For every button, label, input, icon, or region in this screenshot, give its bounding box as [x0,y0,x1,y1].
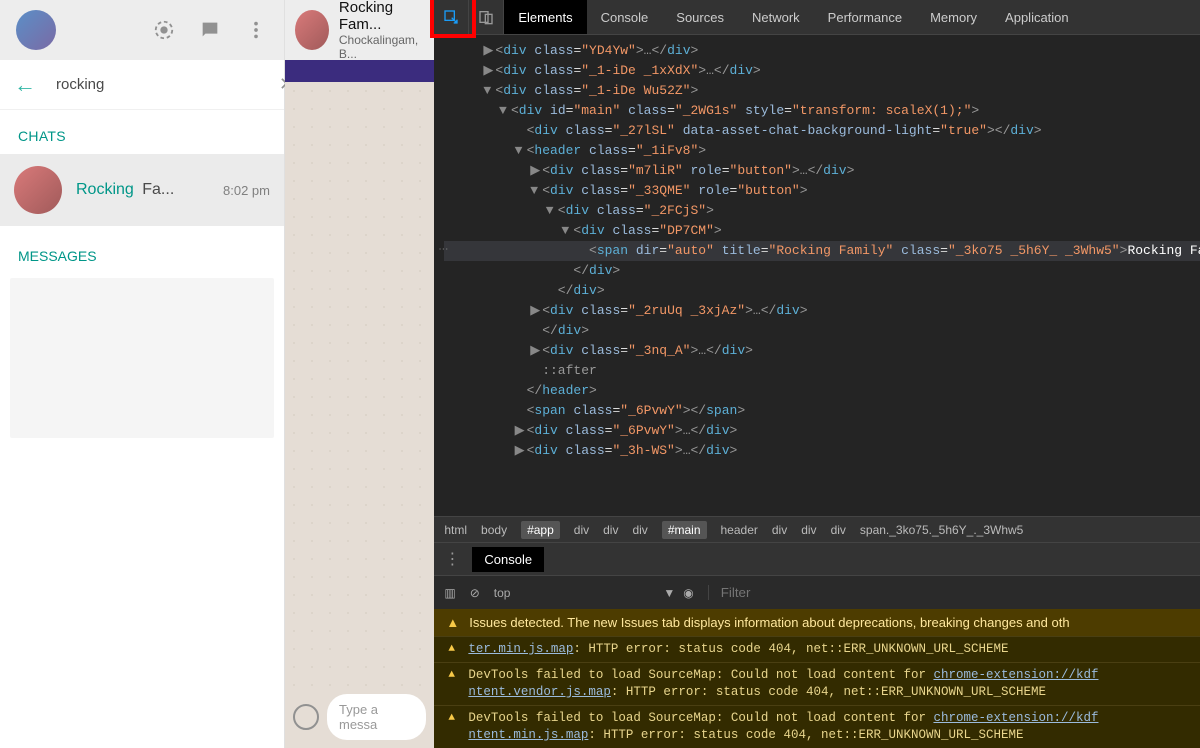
dom-line[interactable]: ▼<div class="_33QME" role="button"> [444,181,1200,201]
console-filter-input[interactable] [708,585,1200,600]
chat-strip [285,60,434,82]
search-input[interactable] [56,76,255,93]
breadcrumb-item[interactable]: body [481,523,507,537]
dom-line[interactable]: ▼<div class="_1-iDe Wu52Z"> [444,81,1200,101]
chats-section-label: CHATS [0,110,284,154]
breadcrumb-item[interactable]: #main [662,521,707,539]
dom-line[interactable]: </header> [444,381,1200,401]
dom-line[interactable]: ▼<div class="_2FCjS"> [444,201,1200,221]
console-drawer-bar: ⋮ Console [434,542,1200,575]
breadcrumb-item[interactable]: #app [521,521,560,539]
menu-icon[interactable] [244,18,268,42]
dom-line[interactable]: ▶<div class="_3h-WS">…</div> [444,441,1200,461]
breadcrumbs[interactable]: htmlbody#appdivdivdiv#mainheaderdivdivdi… [434,516,1200,542]
device-toolbar-button[interactable] [469,0,504,34]
dom-line[interactable]: ▼<div id="main" class="_2WG1s" style="tr… [444,101,1200,121]
dom-line[interactable]: </div> [444,281,1200,301]
chat-list-item[interactable]: Rocking Fa... 8:02 pm [0,154,284,226]
show-sidebar-icon[interactable]: ▥ [444,586,455,600]
dom-line[interactable]: ▼<div class="DP7CM"> [444,221,1200,241]
devtools-tab-console[interactable]: Console [587,0,663,34]
chat-avatar [14,166,62,214]
breadcrumb-item[interactable]: div [603,523,618,537]
issues-text: Issues detected. The new Issues tab disp… [469,615,1069,630]
breadcrumb-item[interactable]: div [772,523,787,537]
live-expression-icon[interactable]: ◉ [683,586,693,600]
whatsapp-sidebar: ← ✕ CHATS Rocking Fa... 8:02 pm MESSAGES [0,0,285,748]
warning-icon: ▲ [446,615,459,630]
breadcrumb-item[interactable]: div [632,523,647,537]
dom-line[interactable]: ▼<header class="_1iFv8"> [444,141,1200,161]
dom-line[interactable]: ▶<div class="_2ruUq _3xjAz">…</div> [444,301,1200,321]
dom-line[interactable]: ▶<div class="m7liR" role="button">…</div… [444,161,1200,181]
context-selector[interactable]: top [494,586,511,600]
breadcrumb-item[interactable]: span._3ko75._5h6Y_._3Whw5 [860,523,1023,537]
inspect-element-button[interactable] [434,0,469,34]
devtools-tab-network[interactable]: Network [738,0,814,34]
dom-line[interactable]: <span dir="auto" title="Rocking Family" … [444,241,1200,261]
dom-line[interactable]: ▶<div class="YD4Yw">…</div> [444,41,1200,61]
chat-header-title: Rocking Fam... [339,0,424,33]
chat-input-row: Type a messa [285,686,434,748]
devtools-tabs: ElementsConsoleSourcesNetworkPerformance… [434,0,1200,35]
back-arrow-icon[interactable]: ← [14,72,36,98]
new-chat-icon[interactable] [198,18,222,42]
breadcrumb-item[interactable]: div [831,523,846,537]
console-message[interactable]: ter.min.js.map: HTTP error: status code … [434,636,1200,662]
dom-line[interactable]: </div> [444,321,1200,341]
drawer-menu-icon[interactable]: ⋮ [444,549,460,569]
dom-line[interactable]: </div> [444,261,1200,281]
emoji-icon[interactable] [293,704,319,730]
dom-line[interactable]: ▶<div class="_6PvwY">…</div> [444,421,1200,441]
devtools-tab-application[interactable]: Application [991,0,1083,34]
dom-line[interactable]: ::after [444,361,1200,381]
message-placeholder [10,278,274,438]
dom-line[interactable]: ▶<div class="_3nq_A">…</div> [444,341,1200,361]
messages-section-label: MESSAGES [0,226,284,278]
search-row: ← ✕ [0,60,284,110]
whatsapp-chat-panel: Rocking Fam... Chockalingam, B... Type a… [285,0,434,748]
breadcrumb-item[interactable]: div [574,523,589,537]
chat-header-avatar [295,10,329,50]
console-message[interactable]: DevTools failed to load SourceMap: Could… [434,705,1200,748]
chat-time: 8:02 pm [223,183,270,198]
chat-name-rest: Fa... [138,181,174,198]
dom-tree[interactable]: ▶<div class="YD4Yw">…</div> ▶<div class=… [434,35,1200,516]
user-avatar[interactable] [16,10,56,50]
chat-header[interactable]: Rocking Fam... Chockalingam, B... [285,0,434,60]
console-message[interactable]: DevTools failed to load SourceMap: Could… [434,662,1200,705]
chat-name-match: Rocking [76,181,134,198]
console-controls: ▥ ⊘ top ▼ ◉ Default levels ▼ [434,575,1200,609]
devtools-tab-sources[interactable]: Sources [662,0,738,34]
breadcrumb-item[interactable]: html [444,523,467,537]
issues-banner[interactable]: ▲ Issues detected. The new Issues tab di… [434,609,1200,636]
console-tab[interactable]: Console [472,547,544,572]
dom-line[interactable]: ▶<div class="_1-iDe _1xXdX">…</div> [444,61,1200,81]
context-dropdown-icon[interactable]: ▼ [663,586,675,600]
chat-header-subtitle: Chockalingam, B... [339,33,424,61]
breadcrumb-item[interactable]: header [721,523,758,537]
devtools-tab-performance[interactable]: Performance [814,0,916,34]
status-icon[interactable] [152,18,176,42]
sidebar-header [0,0,284,60]
chat-body[interactable] [285,82,434,686]
breadcrumb-item[interactable]: div [801,523,816,537]
message-input[interactable]: Type a messa [327,694,426,740]
devtools-tab-memory[interactable]: Memory [916,0,991,34]
dom-line[interactable]: <div class="_27lSL" data-asset-chat-back… [444,121,1200,141]
clear-console-icon[interactable]: ⊘ [470,586,480,600]
devtools-panel: ElementsConsoleSourcesNetworkPerformance… [434,0,1200,748]
console-messages[interactable]: ter.min.js.map: HTTP error: status code … [434,636,1200,748]
devtools-tab-elements[interactable]: Elements [504,0,586,34]
dom-line[interactable]: <span class="_6PvwY"></span> [444,401,1200,421]
